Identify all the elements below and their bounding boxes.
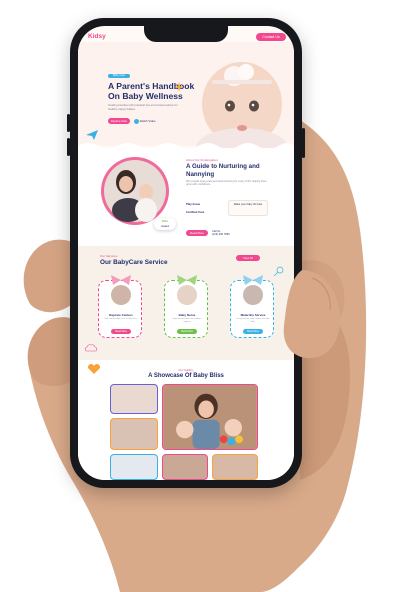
service-name: Maternity Service [240,313,266,317]
service-desc: Experienced nurses for newborn support. [172,318,202,323]
services-title: Our BabyCare Service [100,259,168,266]
hero-description: Guiding families with practical tips and… [108,103,178,111]
service-desc: Caring help for moms before and after bi… [236,318,270,323]
power-button [302,128,305,158]
service-name: Baby Nurse [178,313,196,317]
hero-section: Baby Care A Parent's Handbook On Baby We… [78,42,294,152]
service-read-more-button[interactable]: Read More [177,329,197,334]
bow-icon [243,275,263,285]
gallery-image-6[interactable] [212,454,258,480]
about-section: 100+ Award About Our Kindergarten A Guid… [78,148,294,246]
hero-title: A Parent's Handbook On Baby Wellness [108,81,208,101]
phone-frame: Baby Care A Parent's Handbook On Baby We… [67,18,305,488]
service-card-maternity[interactable]: Maternity Service Caring help for moms b… [230,275,274,338]
service-desc: Safe and fun daily care for little ones. [104,318,138,320]
service-card-daycare[interactable]: Daycare Centers Safe and fun daily care … [98,275,142,338]
site-logo[interactable]: Kidsy [88,33,106,40]
hero-watch-video-link[interactable]: Watch Video [134,118,155,124]
service-nurse-image [177,285,197,305]
about-title: A Guide to Nurturing and Nannying [186,163,266,178]
about-description: We provide loving care and early learnin… [186,180,267,187]
hero-tag: Baby Care [108,74,130,78]
about-title-line2: Nannying [186,170,215,178]
hero-title-line1: A Parent's Handbook [108,81,195,91]
gallery-image-1[interactable] [110,384,158,414]
award-badge: 100+ Award [154,218,176,230]
phone-screen: Baby Care A Parent's Handbook On Baby We… [78,26,294,480]
volume-up-button [67,114,70,132]
services-view-all-button[interactable]: View All [236,255,260,261]
star-doodle-icon [174,82,184,92]
services-tag: Our Services [100,254,118,258]
gallery-image-2[interactable] [162,384,258,450]
volume-down-button [67,138,70,156]
about-feature-1: Play Areas [186,202,201,206]
about-feature-2: Certified Care [186,210,205,214]
about-call-info[interactable]: Call Us (123) 456 7890 [212,230,230,236]
phone-notch [144,26,228,42]
service-daycare-image [111,285,131,305]
heart-doodle-icon [88,364,100,374]
hero-explore-button[interactable]: Explore Now [108,118,130,124]
bow-icon [177,275,197,285]
about-feature-box: Make your baby the best [228,200,268,216]
gallery-tag: Our Gallery [178,368,194,372]
logo-text: Kidsy [88,33,106,40]
call-number: (123) 456 7890 [212,233,230,236]
about-title-line1: A Guide to Nurturing and [186,163,260,170]
header-contact-button[interactable]: Contact Us [256,33,286,41]
service-card-baby-nurse[interactable]: Baby Nurse Experienced nurses for newbor… [164,275,208,338]
mother-and-baby-image [101,157,169,225]
service-name: Daycare Centers [109,313,133,317]
gallery-image-5[interactable] [162,454,208,480]
gallery-section: Our Gallery A Showcase Of Baby Bliss [78,360,294,480]
service-maternity-image [243,285,263,305]
award-label: Award [161,223,169,228]
play-icon [134,118,139,124]
gallery-image-2-art [163,385,257,449]
hero-title-line2: On Baby Wellness [108,91,183,101]
about-read-more-button[interactable]: Read More [186,230,208,236]
bow-icon [111,275,131,285]
hero-play-label: Watch Video [139,119,156,123]
service-read-more-button[interactable]: Read More [243,329,263,334]
services-section: Our Services Our BabyCare Service View A… [78,246,294,360]
service-read-more-button[interactable]: Read More [111,329,131,334]
gallery-image-4[interactable] [110,454,158,480]
about-tag: About Our Kindergarten [186,158,218,162]
gallery-image-3[interactable] [110,418,158,450]
cloud-doodle-icon [84,344,98,352]
gallery-title: A Showcase Of Baby Bliss [148,373,224,379]
thumb-illustration [283,270,340,359]
